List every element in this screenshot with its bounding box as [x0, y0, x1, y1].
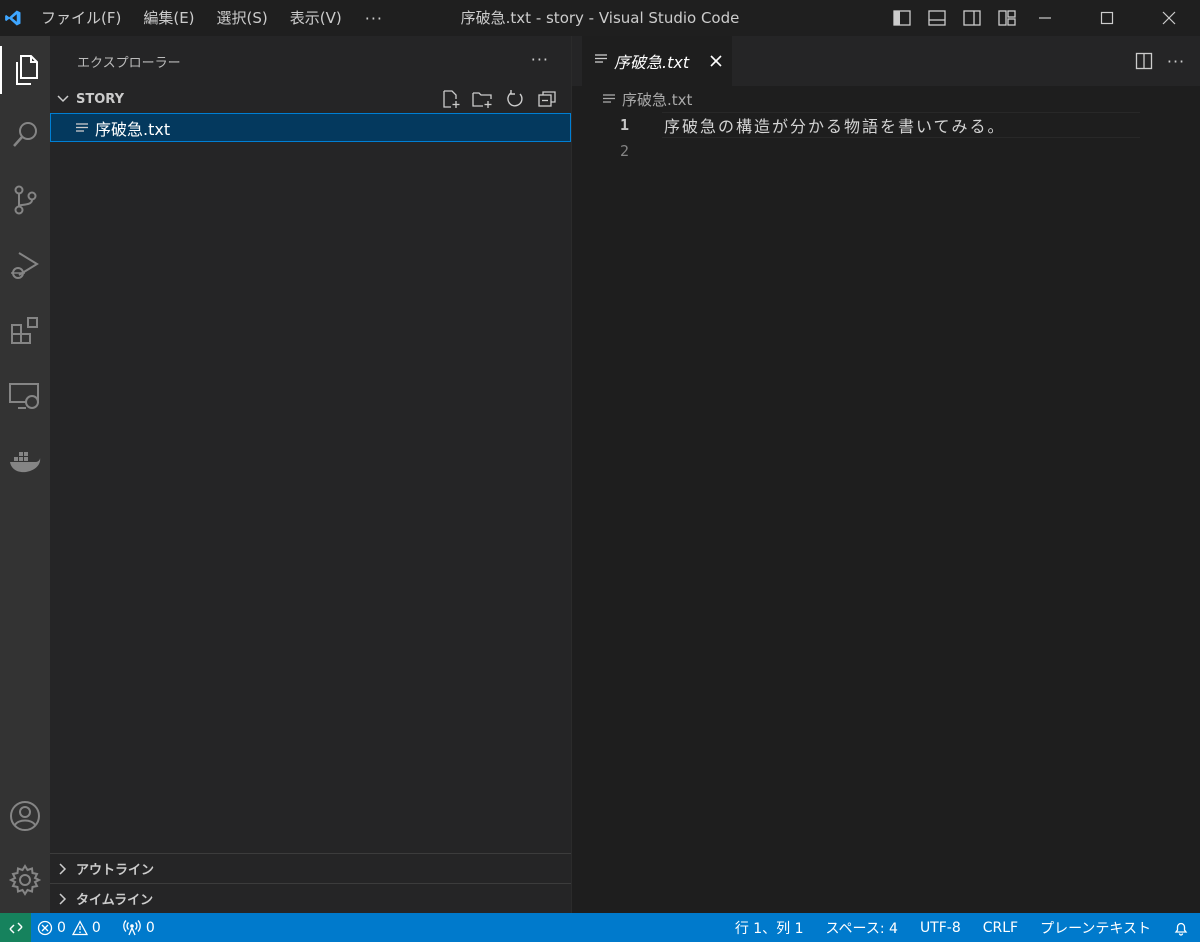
editor-more-icon[interactable]: ··· [1160, 48, 1192, 74]
broadcast-icon [123, 919, 141, 936]
explorer-header: エクスプローラー ··· [50, 36, 571, 86]
run-debug-icon[interactable] [0, 241, 50, 289]
menu-file[interactable]: ファイル(F) [30, 0, 132, 36]
outline-label: アウトライン [76, 863, 155, 878]
remote-indicator-icon[interactable] [0, 913, 31, 942]
line-number: 1 [619, 116, 629, 134]
accounts-icon[interactable] [0, 792, 50, 840]
error-count: 0 [57, 919, 66, 936]
toggle-secondary-sidebar-icon[interactable] [954, 0, 989, 36]
remote-explorer-icon[interactable] [0, 372, 50, 420]
menu-edit[interactable]: 編集(E) [132, 0, 205, 36]
menu-bar: ファイル(F) 編集(E) 選択(S) 表示(V) ··· [30, 0, 395, 36]
minimize-icon[interactable] [1014, 0, 1076, 36]
cursor-position[interactable]: 行 1、列 1 [724, 913, 815, 942]
code-line[interactable]: 1 序破急の構造が分かる物語を書いてみる。 [572, 112, 1200, 138]
line-text[interactable]: 序破急の構造が分かる物語を書いてみる。 [664, 113, 1006, 137]
code-editor[interactable]: 1 序破急の構造が分かる物語を書いてみる。 2 [572, 112, 1200, 164]
explorer-icon[interactable] [0, 46, 50, 94]
folder-name: STORY [76, 91, 124, 107]
tab-close-icon[interactable] [706, 51, 726, 71]
chevron-down-icon [50, 94, 76, 104]
menu-selection[interactable]: 選択(S) [206, 0, 279, 36]
status-bar-right: 行 1、列 1 スペース: 4 UTF-8 CRLF プレーンテキスト [724, 913, 1200, 942]
code-line[interactable]: 2 [572, 138, 1200, 164]
new-file-icon[interactable] [435, 87, 467, 111]
timeline-section-header[interactable]: タイムライン [50, 883, 571, 913]
split-editor-icon[interactable] [1128, 48, 1160, 74]
source-control-icon[interactable] [0, 176, 50, 224]
docker-icon[interactable] [0, 438, 50, 486]
window-title: 序破急.txt - story - Visual Studio Code [460, 9, 740, 27]
manage-gear-icon[interactable] [0, 856, 50, 904]
chevron-right-icon [50, 892, 76, 906]
editor-area: 序破急.txt ··· 序破急.txt 1 序破急の構造が分かる物語を書いてみる… [571, 36, 1200, 913]
toggle-primary-sidebar-icon[interactable] [884, 0, 919, 36]
explorer-more-icon[interactable]: ··· [531, 50, 549, 69]
editor-actions: ··· [1128, 48, 1192, 74]
search-icon[interactable] [0, 110, 50, 158]
problems-status[interactable]: 0 0 [31, 913, 107, 942]
breadcrumb-file[interactable]: 序破急.txt [622, 89, 692, 110]
layout-controls [884, 0, 1024, 36]
file-item[interactable]: 序破急.txt [50, 113, 571, 142]
maximize-icon[interactable] [1076, 0, 1138, 36]
timeline-label: タイムライン [76, 893, 154, 908]
activity-bar [0, 36, 50, 913]
title-bar: ファイル(F) 編集(E) 選択(S) 表示(V) ··· 序破急.txt - … [0, 0, 1200, 36]
outline-section-header[interactable]: アウトライン [50, 853, 571, 883]
status-bar: 0 0 0 行 1、列 1 スペース: 4 UTF-8 CRLF プレーンテキス… [0, 913, 1200, 942]
explorer-sidebar: エクスプローラー ··· STORY 序破急.txt アウトライン タイムライン [50, 36, 571, 913]
extensions-icon[interactable] [0, 306, 50, 354]
indentation[interactable]: スペース: 4 [815, 913, 909, 942]
new-folder-icon[interactable] [467, 87, 499, 111]
text-file-icon [594, 52, 608, 70]
file-name: 序破急.txt [95, 119, 171, 139]
warning-icon [71, 919, 88, 936]
warning-count: 0 [91, 919, 101, 936]
chevron-right-icon [50, 862, 76, 876]
tab-bar: 序破急.txt ··· [572, 36, 1200, 86]
text-file-icon [602, 92, 616, 106]
error-icon [37, 920, 53, 936]
close-window-icon[interactable] [1138, 0, 1200, 36]
vscode-logo-icon [0, 0, 26, 36]
text-file-icon [75, 121, 95, 135]
editor-tab[interactable]: 序破急.txt [582, 36, 732, 86]
toggle-panel-icon[interactable] [919, 0, 954, 36]
window-controls [1014, 0, 1200, 36]
menu-view[interactable]: 表示(V) [279, 0, 353, 36]
notifications-bell-icon[interactable] [1162, 913, 1200, 942]
collapse-all-icon[interactable] [531, 87, 563, 111]
folder-actions [435, 87, 563, 111]
ports-status[interactable]: 0 [117, 913, 161, 942]
breadcrumb: 序破急.txt [572, 86, 1200, 112]
line-number: 2 [619, 142, 629, 160]
refresh-icon[interactable] [499, 87, 531, 111]
explorer-title: エクスプローラー [77, 55, 181, 71]
folder-section-header[interactable]: STORY [50, 86, 571, 112]
ports-count: 0 [145, 919, 155, 936]
tab-label: 序破急.txt [614, 53, 690, 72]
end-of-line[interactable]: CRLF [972, 913, 1029, 942]
language-mode[interactable]: プレーンテキスト [1029, 913, 1162, 942]
encoding[interactable]: UTF-8 [909, 913, 972, 942]
